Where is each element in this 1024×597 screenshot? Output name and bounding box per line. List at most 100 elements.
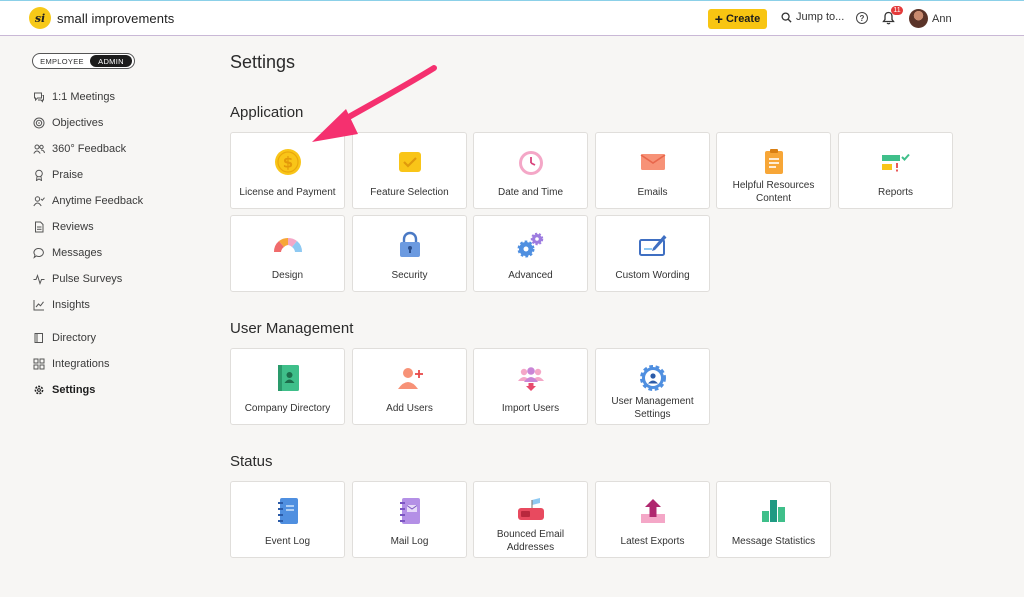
sidebar-item-label: Messages — [52, 247, 103, 259]
tile-label: Add Users — [386, 402, 433, 414]
sidebar-item-label: Praise — [52, 169, 84, 181]
top-bar: si small improvements + Create Jump to..… — [0, 0, 1024, 36]
sidebar-item-label: Insights — [52, 299, 90, 311]
sidebar-item-label: Reviews — [52, 221, 94, 233]
gear-icon — [33, 384, 45, 396]
create-button-label: Create — [725, 13, 761, 25]
book-icon — [33, 332, 45, 344]
award-icon — [33, 169, 45, 181]
tile-label: Advanced — [508, 269, 553, 281]
envelope-icon — [640, 154, 666, 170]
tile-date-time[interactable]: Date and Time — [473, 132, 588, 209]
tile-design[interactable]: Design — [230, 215, 345, 292]
import-users-icon — [518, 367, 544, 391]
tile-label: Emails — [637, 186, 668, 198]
sidebar-item-meetings[interactable]: 1:1 Meetings — [33, 84, 203, 110]
lock-icon — [400, 231, 420, 257]
gears-icon — [517, 232, 544, 258]
svg-text:$: $ — [283, 154, 293, 172]
edit-card-icon — [639, 235, 667, 256]
sidebar-item-praise[interactable]: Praise — [33, 162, 203, 188]
role-admin[interactable]: ADMIN — [90, 55, 132, 67]
sidebar-item-integrations[interactable]: Integrations — [33, 351, 203, 377]
tile-label: Security — [391, 269, 428, 281]
sidebar-item-label: Pulse Surveys — [52, 273, 123, 285]
checkbox-icon — [399, 152, 421, 172]
help-icon[interactable]: ? — [856, 12, 868, 24]
tile-label: Latest Exports — [620, 535, 685, 547]
sidebar-item-directory[interactable]: Directory — [33, 325, 203, 351]
tile-license-payment[interactable]: $ License and Payment — [230, 132, 345, 209]
sidebar-item-insights[interactable]: Insights — [33, 292, 203, 318]
sidebar-item-360-feedback[interactable]: 360° Feedback — [33, 136, 203, 162]
tile-security[interactable]: Security — [352, 215, 467, 292]
role-toggle[interactable]: EMPLOYEE ADMIN — [32, 53, 135, 69]
brand-mark: si — [29, 7, 51, 29]
tile-user-management-settings[interactable]: User Management Settings — [595, 348, 710, 425]
report-bars-icon — [882, 153, 910, 172]
chat-icon — [33, 91, 45, 103]
tile-label: Event Log — [264, 535, 311, 547]
tile-label: Import Users — [501, 402, 560, 414]
role-employee[interactable]: EMPLOYEE — [34, 55, 90, 67]
bar-chart-icon — [762, 500, 785, 522]
address-book-icon — [278, 365, 299, 391]
tile-label: Message Statistics — [731, 535, 816, 547]
tile-event-log[interactable]: Event Log — [230, 481, 345, 558]
brand-name: small improvements — [57, 10, 175, 26]
sidebar-item-objectives[interactable]: Objectives — [33, 110, 203, 136]
tile-message-statistics[interactable]: Message Statistics — [716, 481, 831, 558]
tile-label: Helpful Resources Content — [732, 180, 815, 204]
add-user-icon — [398, 368, 423, 389]
tile-bounced-email[interactable]: Bounced Email Addresses — [473, 481, 588, 558]
mail-notebook-icon — [400, 498, 420, 524]
clock-icon — [519, 151, 543, 175]
dollar-coin-icon: $ — [275, 149, 301, 175]
sidebar-item-messages[interactable]: Messages — [33, 240, 203, 266]
notebook-icon — [278, 498, 298, 524]
sidebar-item-label: Integrations — [52, 358, 110, 370]
tile-label: Reports — [877, 186, 913, 198]
tile-label: Feature Selection — [370, 186, 449, 198]
tile-reports[interactable]: Reports — [838, 132, 953, 209]
tile-mail-log[interactable]: Mail Log — [352, 481, 467, 558]
page-title: Settings — [230, 52, 296, 72]
tile-import-users[interactable]: Import Users — [473, 348, 588, 425]
sidebar-item-pulse-surveys[interactable]: Pulse Surveys — [33, 266, 203, 292]
sidebar-item-settings[interactable]: Settings — [33, 377, 203, 403]
upload-box-icon — [641, 499, 665, 523]
sidebar-nav: 1:1 Meetings Objectives 360° Feedback Pr… — [33, 84, 203, 403]
chart-icon — [33, 299, 45, 311]
brand-logo[interactable]: si small improvements — [29, 7, 174, 29]
tile-label: License and Payment — [239, 186, 336, 198]
tile-latest-exports[interactable]: Latest Exports — [595, 481, 710, 558]
tile-advanced[interactable]: Advanced — [473, 215, 588, 292]
create-button[interactable]: + Create — [708, 9, 767, 29]
color-palette-icon — [273, 237, 303, 252]
tile-helpful-resources[interactable]: Helpful Resources Content — [716, 132, 831, 209]
section-title-user-management: User Management — [230, 320, 354, 337]
tile-custom-wording[interactable]: Custom Wording — [595, 215, 710, 292]
tile-label: User Management Settings — [611, 396, 694, 420]
person-check-icon — [33, 195, 45, 207]
sidebar-item-reviews[interactable]: Reviews — [33, 214, 203, 240]
sidebar-item-anytime-feedback[interactable]: Anytime Feedback — [33, 188, 203, 214]
message-icon — [33, 247, 45, 259]
tile-label: Design — [271, 269, 304, 281]
tile-feature-selection[interactable]: Feature Selection — [352, 132, 467, 209]
jump-to-search[interactable]: Jump to... — [781, 11, 844, 23]
grid-icon — [33, 358, 45, 370]
target-icon — [33, 117, 45, 129]
section-title-status: Status — [230, 453, 273, 470]
sidebar-item-label: Settings — [52, 384, 96, 396]
tile-label: Mail Log — [390, 535, 429, 547]
notification-badge: 11 — [891, 6, 903, 15]
sidebar-item-label: Directory — [52, 332, 97, 344]
avatar[interactable] — [909, 9, 928, 28]
tile-company-directory[interactable]: Company Directory — [230, 348, 345, 425]
tile-add-users[interactable]: Add Users — [352, 348, 467, 425]
tile-emails[interactable]: Emails — [595, 132, 710, 209]
clipboard-icon — [765, 149, 783, 174]
user-name[interactable]: Ann — [932, 13, 952, 25]
tile-label: Custom Wording — [615, 269, 690, 281]
